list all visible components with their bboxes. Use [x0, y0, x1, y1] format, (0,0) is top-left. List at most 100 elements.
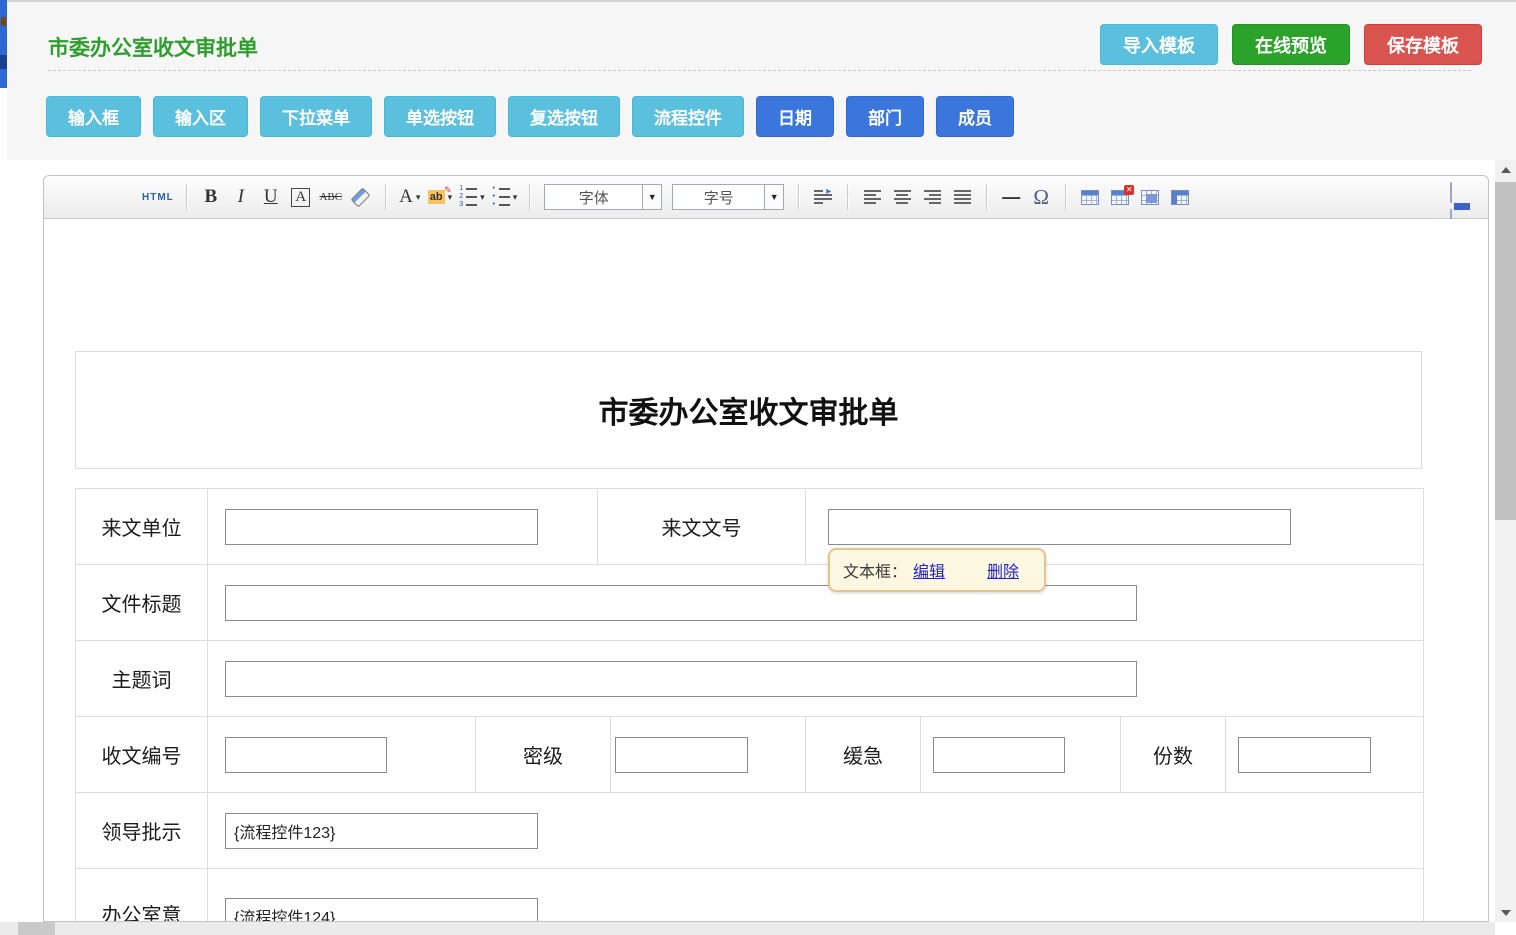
cell: [208, 565, 1423, 640]
html-source-button[interactable]: HTML: [142, 183, 174, 211]
form-title-cell[interactable]: 市委办公室收文审批单: [75, 351, 1422, 469]
align-justify-button[interactable]: [950, 183, 974, 211]
toolbar-separator: [186, 184, 187, 210]
chevron-down-icon: ▼: [642, 185, 661, 209]
add-input-box-button[interactable]: 输入框: [46, 96, 141, 137]
cell: [208, 489, 598, 564]
header-actions: 导入模板 在线预览 保存模板: [1100, 24, 1482, 65]
tooltip-delete-link[interactable]: 删除: [987, 558, 1019, 582]
underline-button[interactable]: U: [259, 183, 283, 211]
label-leader-instructions: 领导批示: [76, 793, 208, 868]
import-template-button[interactable]: 导入模板: [1100, 24, 1218, 65]
table-row: 办公室意见: [76, 869, 1423, 922]
leader-instructions-input[interactable]: [225, 813, 538, 849]
toolbar-separator: [847, 184, 848, 210]
font-family-select[interactable]: 字体 ▼: [544, 184, 662, 210]
bold-button[interactable]: B: [199, 183, 223, 211]
cell: [921, 717, 1121, 792]
page: 市委办公室收文审批单 导入模板 在线预览 保存模板 输入框 输入区 下拉菜单 单…: [0, 0, 1516, 935]
triangle-down-icon: [1501, 910, 1511, 916]
remove-format-button[interactable]: [349, 183, 373, 211]
security-level-input[interactable]: [615, 737, 748, 773]
indent-icon: [814, 190, 832, 204]
toolbar-separator: [1065, 184, 1066, 210]
tooltip-edit-link[interactable]: 编辑: [913, 558, 945, 582]
special-char-button[interactable]: Ω: [1029, 183, 1053, 211]
align-center-button[interactable]: [890, 183, 914, 211]
table-row: 主题词: [76, 641, 1423, 717]
delete-table-button[interactable]: ✕: [1108, 183, 1132, 211]
add-flow-control-button[interactable]: 流程控件: [632, 96, 744, 137]
header: 市委办公室收文审批单 导入模板 在线预览 保存模板 输入框 输入区 下拉菜单 单…: [7, 2, 1516, 160]
align-justify-icon: [954, 190, 971, 204]
add-checkbox-button[interactable]: 复选按钮: [508, 96, 620, 137]
align-right-button[interactable]: [920, 183, 944, 211]
bottom-bar: [0, 922, 1495, 935]
incoming-doc-number-input[interactable]: [828, 509, 1291, 545]
table-row: 领导批示: [76, 793, 1423, 869]
add-dropdown-button[interactable]: 下拉菜单: [260, 96, 372, 137]
italic-button[interactable]: I: [229, 183, 253, 211]
label-office-opinion: 办公室意见: [76, 869, 208, 922]
align-left-icon: [864, 190, 881, 204]
font-color-button[interactable]: A▾: [398, 183, 422, 211]
table-row-props-button[interactable]: [1168, 183, 1192, 211]
office-opinion-input[interactable]: [225, 898, 538, 922]
font-style-box-button[interactable]: A: [291, 188, 310, 207]
toolbar-separator: [385, 184, 386, 210]
highlight-color-button[interactable]: ab▾: [428, 183, 452, 211]
vertical-scrollbar[interactable]: [1495, 160, 1516, 922]
unordered-list-button[interactable]: • • • ▾: [491, 183, 518, 211]
cell: [208, 717, 476, 792]
align-center-icon: [894, 190, 911, 204]
subject-words-input[interactable]: [225, 661, 1137, 697]
font-color-icon: A: [399, 186, 413, 208]
save-template-button[interactable]: 保存模板: [1364, 24, 1482, 65]
cell: [1226, 717, 1423, 792]
fullscreen-button[interactable]: [1450, 184, 1474, 204]
table-cell-props-button[interactable]: [1138, 183, 1162, 211]
add-member-button[interactable]: 成员: [936, 96, 1014, 137]
align-left-button[interactable]: [860, 183, 884, 211]
incoming-unit-input[interactable]: [225, 509, 538, 545]
label-doc-title: 文件标题: [76, 565, 208, 640]
scroll-down-arrow[interactable]: [1495, 904, 1516, 922]
online-preview-button[interactable]: 在线预览: [1232, 24, 1350, 65]
receipt-number-input[interactable]: [225, 737, 387, 773]
bottom-bar-block: [18, 922, 55, 935]
chevron-down-icon: ▾: [480, 192, 485, 203]
label-urgency: 缓急: [806, 717, 921, 792]
ordered-list-button[interactable]: 1 2 3 ▾: [458, 183, 485, 211]
unordered-list-icon: • • •: [491, 186, 510, 208]
insert-table-icon: [1081, 190, 1099, 205]
add-department-button[interactable]: 部门: [846, 96, 924, 137]
font-size-select[interactable]: 字号 ▼: [672, 184, 784, 210]
editor-toolbar: HTML B I U A ABC A▾ ab▾ 1 2 3 ▾ • •: [44, 176, 1488, 219]
chevron-down-icon: ▾: [416, 192, 421, 203]
cell: [208, 869, 1423, 922]
eraser-icon: [351, 187, 371, 207]
scrollbar-thumb[interactable]: [1495, 182, 1516, 520]
form-table: 来文单位 来文文号 文件标题 主题词: [75, 488, 1424, 922]
scroll-up-arrow[interactable]: [1495, 160, 1516, 180]
strikethrough-button[interactable]: ABC: [319, 183, 343, 211]
add-textarea-button[interactable]: 输入区: [153, 96, 248, 137]
editor-document[interactable]: 市委办公室收文审批单 来文单位 来文文号 文件标题: [44, 219, 1488, 922]
horizontal-rule-button[interactable]: —: [999, 183, 1023, 211]
copies-input[interactable]: [1238, 737, 1371, 773]
toolbar-separator: [529, 184, 530, 210]
table-row: 来文单位 来文文号: [76, 489, 1423, 565]
add-radio-button[interactable]: 单选按钮: [384, 96, 496, 137]
rich-text-editor: HTML B I U A ABC A▾ ab▾ 1 2 3 ▾ • •: [43, 175, 1489, 922]
cell: [208, 641, 1423, 716]
urgency-input[interactable]: [933, 737, 1065, 773]
indent-button[interactable]: [811, 183, 835, 211]
triangle-up-icon: [1501, 167, 1511, 173]
insert-table-button[interactable]: [1078, 183, 1102, 211]
add-date-button[interactable]: 日期: [756, 96, 834, 137]
tooltip-label: 文本框：: [843, 558, 907, 582]
font-family-value: 字体: [545, 187, 642, 208]
form-title: 市委办公室收文审批单: [599, 388, 899, 432]
table-row: 收文编号 密级 缓急 份数: [76, 717, 1423, 793]
office-opinion-label-text: 办公室意见: [96, 903, 188, 922]
